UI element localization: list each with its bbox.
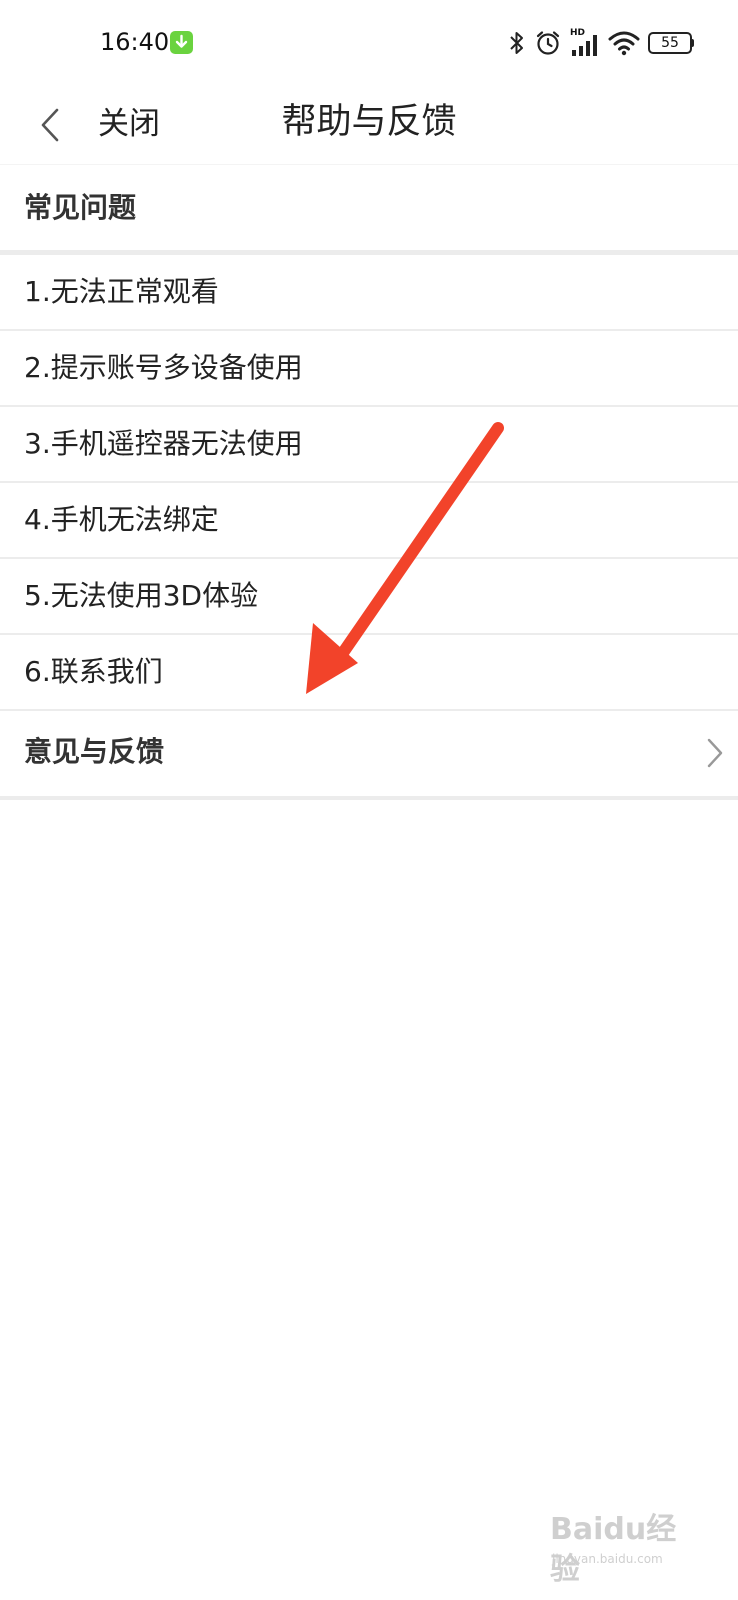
faq-item-label: 1.无法正常观看 bbox=[24, 275, 219, 308]
feedback-row[interactable]: 意见与反馈 bbox=[0, 708, 738, 796]
faq-item-label: 6.联系我们 bbox=[24, 655, 163, 688]
status-icons: HD 55 bbox=[508, 28, 694, 58]
chevron-right-icon bbox=[707, 738, 723, 768]
bluetooth-icon bbox=[510, 32, 523, 54]
alarm-icon bbox=[536, 31, 560, 55]
nav-bar: 关闭 帮助与反馈 bbox=[0, 84, 738, 164]
battery-level: 55 bbox=[661, 35, 679, 51]
faq-item[interactable]: 2.提示账号多设备使用 bbox=[0, 331, 738, 407]
feedback-divider bbox=[0, 796, 738, 800]
faq-item-label: 2.提示账号多设备使用 bbox=[24, 351, 303, 384]
battery-icon: 55 bbox=[648, 32, 694, 54]
feedback-label: 意见与反馈 bbox=[24, 735, 165, 768]
watermark: Baidu经验 jingyan.baidu.com bbox=[550, 1510, 700, 1587]
faq-item[interactable]: 3.手机遥控器无法使用 bbox=[0, 407, 738, 483]
faq-item[interactable]: 6.联系我们 bbox=[0, 635, 738, 711]
watermark-url: jingyan.baidu.com bbox=[552, 1552, 663, 1566]
faq-list: 1.无法正常观看 2.提示账号多设备使用 3.手机遥控器无法使用 4.手机无法绑… bbox=[0, 255, 738, 711]
faq-item-label: 5.无法使用3D体验 bbox=[24, 579, 259, 612]
wifi-icon bbox=[608, 31, 640, 56]
page-title: 帮助与反馈 bbox=[281, 102, 457, 142]
faq-item-label: 3.手机遥控器无法使用 bbox=[24, 427, 303, 460]
faq-item[interactable]: 5.无法使用3D体验 bbox=[0, 559, 738, 635]
faq-section-header: 常见问题 bbox=[0, 164, 738, 251]
faq-item[interactable]: 1.无法正常观看 bbox=[0, 255, 738, 331]
watermark-logo: Baidu经验 bbox=[550, 1512, 677, 1587]
download-notification-icon bbox=[170, 31, 193, 54]
section-title: 常见问题 bbox=[24, 191, 137, 224]
status-bar: 16:40 HD 55 bbox=[0, 0, 738, 84]
faq-item[interactable]: 4.手机无法绑定 bbox=[0, 483, 738, 559]
status-time: 16:40 bbox=[100, 28, 170, 56]
hd-signal-icon: HD bbox=[570, 28, 600, 58]
faq-item-label: 4.手机无法绑定 bbox=[24, 503, 219, 536]
